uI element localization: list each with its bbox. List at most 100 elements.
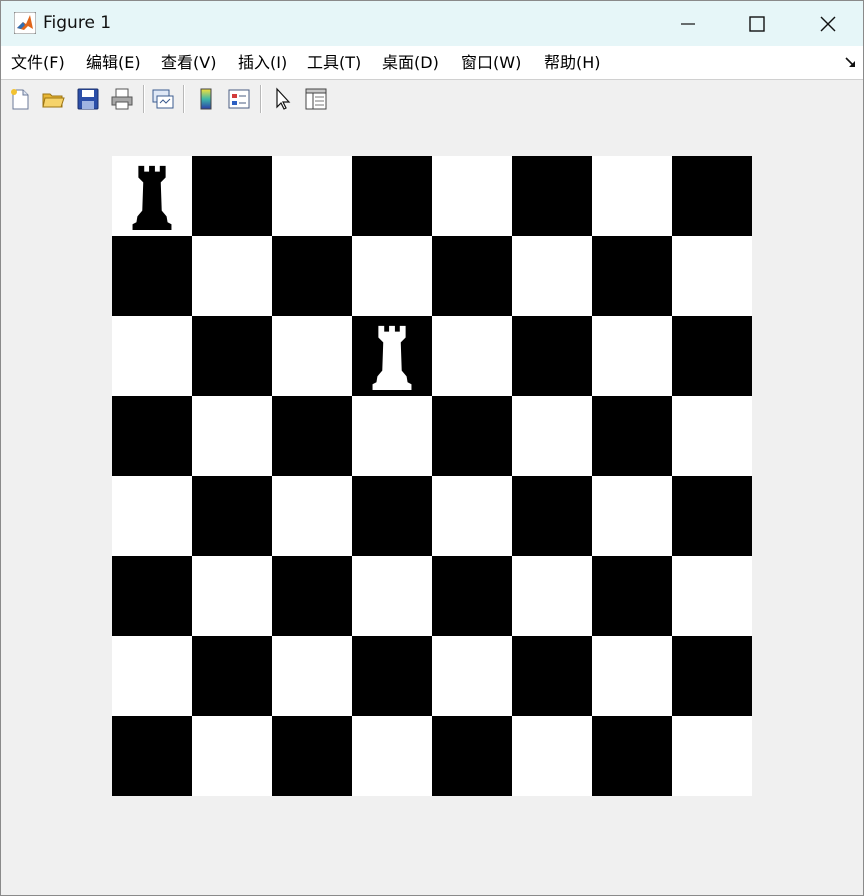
board-square[interactable] <box>592 636 672 716</box>
board-square[interactable] <box>432 156 512 236</box>
print-button[interactable] <box>109 86 135 112</box>
property-inspector-button[interactable] <box>303 86 329 112</box>
menu-tools[interactable]: 工具(T) <box>307 53 361 72</box>
board-square[interactable] <box>112 316 192 396</box>
board-square[interactable] <box>192 716 272 796</box>
board-square[interactable] <box>112 716 192 796</box>
board-square[interactable] <box>352 556 432 636</box>
board-square[interactable] <box>352 716 432 796</box>
board-square[interactable] <box>272 476 352 556</box>
board-square[interactable] <box>672 316 752 396</box>
board-square[interactable] <box>272 716 352 796</box>
matlab-logo-icon <box>14 12 36 34</box>
close-button[interactable] <box>793 1 863 46</box>
board-square[interactable] <box>432 476 512 556</box>
board-square[interactable] <box>112 556 192 636</box>
board-square[interactable] <box>352 236 432 316</box>
chess-board[interactable] <box>112 156 752 796</box>
edit-plot-pointer-icon <box>276 87 291 110</box>
board-square[interactable] <box>272 236 352 316</box>
insert-colorbar-button[interactable] <box>193 86 219 112</box>
board-square[interactable] <box>112 476 192 556</box>
board-square[interactable] <box>512 316 592 396</box>
board-square[interactable] <box>512 476 592 556</box>
menu-desktop[interactable]: 桌面(D) <box>382 53 439 72</box>
board-square[interactable] <box>592 316 672 396</box>
menu-bar: 文件(F) 编辑(E) 查看(V) 插入(I) 工具(T) 桌面(D) 窗口(W… <box>1 46 863 79</box>
board-square[interactable] <box>432 236 512 316</box>
board-square[interactable] <box>192 156 272 236</box>
board-square[interactable] <box>672 716 752 796</box>
menu-edit[interactable]: 编辑(E) <box>86 53 141 72</box>
board-square[interactable] <box>512 396 592 476</box>
board-square[interactable] <box>592 236 672 316</box>
white-rook-icon[interactable] <box>370 320 414 392</box>
board-square[interactable] <box>432 716 512 796</box>
board-square[interactable] <box>192 396 272 476</box>
title-bar[interactable]: Figure 1 <box>1 1 863 46</box>
board-square[interactable] <box>112 236 192 316</box>
board-square[interactable] <box>672 556 752 636</box>
board-square[interactable] <box>272 556 352 636</box>
board-square[interactable] <box>432 636 512 716</box>
dock-figure-icon[interactable] <box>844 56 858 70</box>
board-square[interactable] <box>432 396 512 476</box>
board-square[interactable] <box>272 636 352 716</box>
menu-file[interactable]: 文件(F) <box>11 53 65 72</box>
board-square[interactable] <box>432 316 512 396</box>
edit-plot-button[interactable] <box>270 86 296 112</box>
board-square[interactable] <box>512 156 592 236</box>
board-square[interactable] <box>352 396 432 476</box>
board-square[interactable] <box>352 476 432 556</box>
maximize-button[interactable] <box>722 1 792 46</box>
save-icon <box>77 88 99 110</box>
board-square[interactable] <box>112 156 192 236</box>
board-square[interactable] <box>512 716 592 796</box>
board-square[interactable] <box>352 156 432 236</box>
board-square[interactable] <box>672 476 752 556</box>
board-square[interactable] <box>192 476 272 556</box>
menu-help[interactable]: 帮助(H) <box>544 53 601 72</box>
board-square[interactable] <box>672 636 752 716</box>
black-rook-icon[interactable] <box>130 160 174 232</box>
board-square[interactable] <box>432 556 512 636</box>
board-square[interactable] <box>272 156 352 236</box>
board-square[interactable] <box>352 636 432 716</box>
board-square[interactable] <box>352 316 432 396</box>
property-inspector-icon <box>305 88 327 110</box>
insert-legend-button[interactable] <box>226 86 252 112</box>
board-square[interactable] <box>592 716 672 796</box>
board-square[interactable] <box>512 636 592 716</box>
colorbar-icon <box>200 88 212 110</box>
board-square[interactable] <box>592 476 672 556</box>
board-square[interactable] <box>592 156 672 236</box>
board-square[interactable] <box>672 396 752 476</box>
toolbar <box>1 79 863 120</box>
link-plot-button[interactable] <box>150 86 176 112</box>
save-button[interactable] <box>75 86 101 112</box>
board-square[interactable] <box>192 636 272 716</box>
board-square[interactable] <box>272 396 352 476</box>
legend-icon <box>228 89 250 109</box>
board-square[interactable] <box>672 236 752 316</box>
board-square[interactable] <box>112 636 192 716</box>
menu-window[interactable]: 窗口(W) <box>461 53 521 72</box>
board-square[interactable] <box>192 316 272 396</box>
board-square[interactable] <box>112 396 192 476</box>
menu-insert[interactable]: 插入(I) <box>238 53 287 72</box>
minimize-button[interactable] <box>653 1 723 46</box>
board-square[interactable] <box>592 556 672 636</box>
figure-canvas[interactable] <box>1 119 863 895</box>
board-square[interactable] <box>672 156 752 236</box>
new-figure-icon <box>11 89 29 110</box>
board-square[interactable] <box>192 236 272 316</box>
board-square[interactable] <box>512 556 592 636</box>
open-file-button[interactable] <box>40 86 66 112</box>
board-square[interactable] <box>192 556 272 636</box>
board-square[interactable] <box>272 316 352 396</box>
board-square[interactable] <box>512 236 592 316</box>
menu-view[interactable]: 查看(V) <box>161 53 216 72</box>
window-title: Figure 1 <box>43 13 112 33</box>
board-square[interactable] <box>592 396 672 476</box>
new-figure-button[interactable] <box>7 86 33 112</box>
